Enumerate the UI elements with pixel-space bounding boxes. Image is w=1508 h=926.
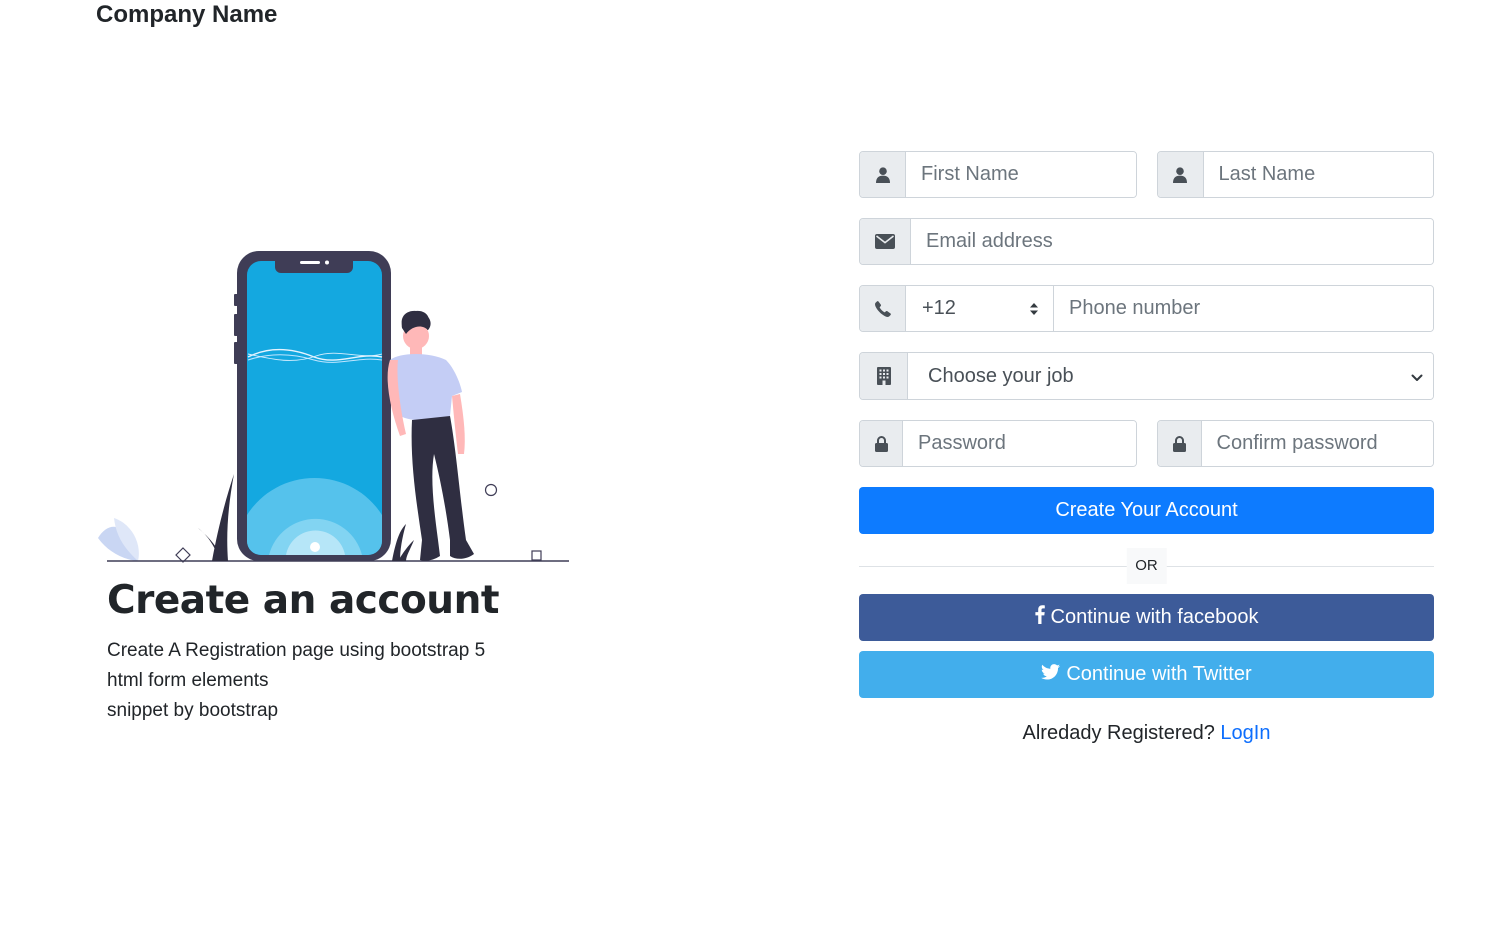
lock-icon — [1157, 421, 1202, 466]
facebook-login-button[interactable]: Continue with facebook — [859, 594, 1434, 641]
email-row — [859, 218, 1434, 265]
lock-icon — [860, 421, 903, 466]
password-group — [859, 420, 1137, 467]
login-prompt-text: Alredady Registered? — [1022, 722, 1215, 744]
confirm-password-group — [1156, 420, 1434, 467]
user-icon — [1157, 152, 1204, 197]
company-name[interactable]: Company Name — [96, 0, 277, 30]
user-icon — [860, 152, 906, 197]
email-group — [859, 218, 1434, 265]
password-input[interactable] — [903, 421, 1136, 466]
job-select-value: Choose your job — [928, 364, 1074, 387]
confirm-password-input[interactable] — [1201, 421, 1433, 466]
email-input[interactable] — [911, 219, 1433, 264]
phone-group: +12 — [859, 285, 1434, 332]
twitter-label: Continue with Twitter — [1066, 663, 1252, 685]
login-prompt: Alredady Registered? LogIn — [859, 722, 1434, 745]
name-row — [859, 151, 1434, 198]
envelope-icon — [860, 219, 911, 264]
country-code-value: +12 — [922, 297, 956, 319]
twitter-login-button[interactable]: Continue with Twitter — [859, 651, 1434, 698]
hero-section: Create an account Create A Registration … — [107, 578, 707, 726]
phone-number-input[interactable] — [1054, 286, 1433, 331]
create-account-button[interactable]: Create Your Account — [859, 487, 1434, 534]
or-divider: OR — [859, 548, 1434, 584]
facebook-label: Continue with facebook — [1050, 606, 1259, 628]
first-name-input[interactable] — [906, 152, 1136, 197]
chevron-down-icon — [1411, 365, 1423, 388]
hero-title: Create an account — [107, 578, 499, 623]
password-row — [859, 420, 1434, 467]
job-row: Choose your job — [859, 352, 1434, 400]
job-select[interactable]: Choose your job — [908, 353, 1433, 399]
job-group: Choose your job — [859, 352, 1434, 400]
last-name-input[interactable] — [1203, 152, 1433, 197]
first-name-group — [859, 151, 1137, 198]
registration-form: +12 Choose your job — [859, 151, 1434, 745]
login-link[interactable]: LogIn — [1220, 722, 1270, 744]
hero-line-1: Create A Registration page using bootstr… — [107, 640, 486, 661]
phone-row: +12 — [859, 285, 1434, 332]
twitter-icon — [1041, 663, 1061, 686]
phone-illustration — [94, 248, 572, 566]
or-label: OR — [1126, 548, 1167, 584]
hero-line-2: html form elements — [107, 670, 269, 691]
hero-line-3: snippet by bootstrap — [107, 700, 279, 721]
facebook-icon — [1034, 605, 1045, 630]
country-code-select[interactable]: +12 — [906, 286, 1054, 331]
phone-icon — [860, 286, 906, 331]
last-name-group — [1156, 151, 1434, 198]
sort-arrows-icon — [1029, 302, 1039, 316]
building-icon — [860, 353, 908, 399]
